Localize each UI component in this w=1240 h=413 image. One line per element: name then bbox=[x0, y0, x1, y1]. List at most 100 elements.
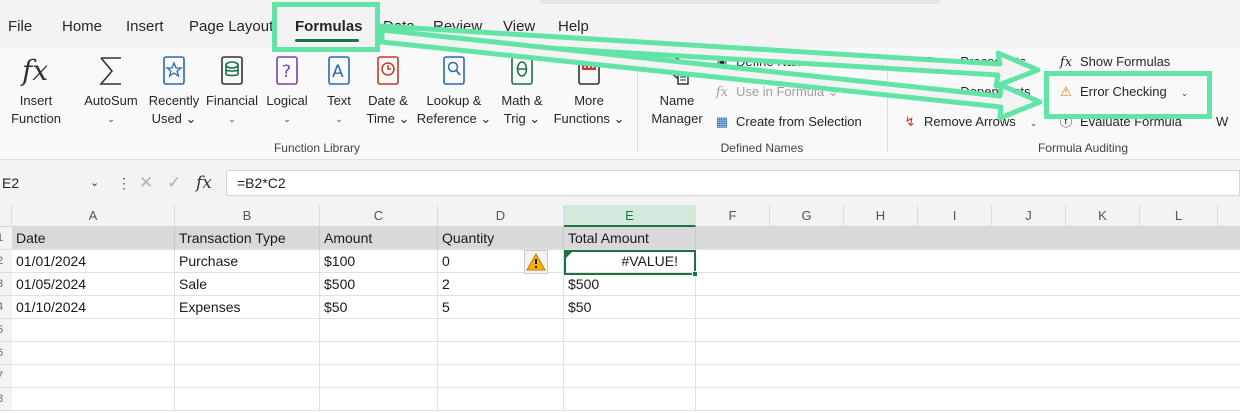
empty-cell[interactable] bbox=[175, 319, 320, 342]
error-smart-tag-button[interactable] bbox=[524, 250, 548, 274]
cell-c3[interactable]: $500 bbox=[320, 273, 438, 296]
row-header[interactable]: 7 bbox=[0, 365, 12, 388]
lookup-reference-button[interactable]: Lookup & Reference ⌄ bbox=[416, 48, 492, 138]
column-header-c[interactable]: C bbox=[320, 205, 438, 227]
column-header-f[interactable]: F bbox=[696, 205, 770, 227]
watch-window-button[interactable]: W bbox=[1216, 112, 1228, 132]
logical-button[interactable]: ? Logical ⌄ bbox=[262, 48, 312, 138]
use-in-formula-icon: fx bbox=[715, 85, 729, 100]
select-all-corner[interactable] bbox=[0, 205, 12, 227]
empty-cell[interactable] bbox=[438, 342, 564, 365]
empty-cell[interactable] bbox=[564, 365, 696, 388]
empty-cell[interactable] bbox=[564, 342, 696, 365]
empty-cell[interactable] bbox=[320, 319, 438, 342]
cell-c4[interactable]: $50 bbox=[320, 296, 438, 319]
row-header[interactable]: 1 bbox=[0, 227, 12, 250]
text-button[interactable]: A Text ⌄ bbox=[318, 48, 360, 138]
header-cell-amount[interactable]: Amount bbox=[320, 227, 438, 250]
empty-cell[interactable] bbox=[320, 342, 438, 365]
column-header-a[interactable]: A bbox=[12, 205, 175, 227]
autosum-label: AutoSum bbox=[84, 93, 138, 108]
cell-d4[interactable]: 5 bbox=[438, 296, 564, 319]
header-cell-quantity[interactable]: Quantity bbox=[438, 227, 564, 250]
row-header[interactable]: 3 bbox=[0, 273, 12, 296]
insert-function-label-2: Function bbox=[11, 111, 61, 126]
column-header-e[interactable]: E bbox=[564, 205, 696, 227]
autosum-button[interactable]: AutoSum ⌄ bbox=[78, 48, 144, 138]
column-header-i[interactable]: I bbox=[918, 205, 992, 227]
empty-cell[interactable] bbox=[12, 388, 175, 411]
menu-review[interactable]: Review bbox=[433, 18, 482, 35]
empty-cell[interactable] bbox=[320, 365, 438, 388]
empty-cell[interactable] bbox=[12, 319, 175, 342]
menu-home[interactable]: Home bbox=[62, 18, 102, 35]
menu-help[interactable]: Help bbox=[558, 18, 589, 35]
column-header-h[interactable]: H bbox=[844, 205, 918, 227]
column-header-g[interactable]: G bbox=[770, 205, 844, 227]
row-header[interactable]: 8 bbox=[0, 388, 12, 411]
empty-cell[interactable] bbox=[175, 388, 320, 411]
more-functions-button[interactable]: More Functions ⌄ bbox=[552, 48, 626, 138]
trace-dependents-button[interactable]: ⇱ Trace Dependents bbox=[900, 82, 1031, 102]
empty-cell[interactable] bbox=[564, 319, 696, 342]
table-row: 01/10/2024 Expenses $50 5 $50 bbox=[12, 296, 1240, 319]
menu-page-layout[interactable]: Page Layout bbox=[189, 18, 273, 35]
column-header-l[interactable]: L bbox=[1140, 205, 1218, 227]
menu-view[interactable]: View bbox=[503, 18, 535, 35]
cancel-icon[interactable]: ✕ bbox=[139, 170, 153, 196]
date-time-button[interactable]: Date & Time ⌄ bbox=[362, 48, 414, 138]
menu-data[interactable]: Data bbox=[383, 18, 415, 35]
enter-check-icon[interactable]: ✓ bbox=[167, 170, 181, 196]
empty-cell[interactable] bbox=[438, 319, 564, 342]
name-manager-icon bbox=[660, 54, 694, 95]
cell-a3[interactable]: 01/05/2024 bbox=[12, 273, 175, 296]
formula-input[interactable]: =B2*C2 bbox=[226, 170, 1240, 196]
recently-used-button[interactable]: Recently Used ⌄ bbox=[144, 48, 204, 138]
remove-arrows-button[interactable]: ↯ Remove Arrows ⌄ bbox=[900, 112, 1038, 132]
define-name-button[interactable]: ◈ Define Name ⌄ bbox=[712, 52, 826, 72]
cell-a2[interactable]: 01/01/2024 bbox=[12, 250, 175, 273]
empty-cell[interactable] bbox=[175, 365, 320, 388]
empty-cell[interactable] bbox=[438, 365, 564, 388]
cell-e4[interactable]: $50 bbox=[564, 296, 696, 319]
show-formulas-button[interactable]: fx Show Formulas bbox=[1056, 52, 1170, 72]
trace-precedents-button[interactable]: ⇲ Trace Precedents bbox=[900, 52, 1027, 72]
insert-function-fx-icon[interactable]: fx bbox=[196, 170, 212, 196]
empty-cell[interactable] bbox=[12, 365, 175, 388]
financial-button[interactable]: Financial ⌄ bbox=[204, 48, 260, 138]
row-header[interactable]: 5 bbox=[0, 319, 12, 342]
empty-cell[interactable] bbox=[564, 388, 696, 411]
menu-file[interactable]: File bbox=[8, 18, 32, 35]
row-header[interactable]: 6 bbox=[0, 342, 12, 365]
empty-cell[interactable] bbox=[175, 342, 320, 365]
cell-c2[interactable]: $100 bbox=[320, 250, 438, 273]
header-cell-total-amount[interactable]: Total Amount bbox=[564, 227, 696, 250]
column-header-d[interactable]: D bbox=[438, 205, 564, 227]
row-header[interactable]: 4 bbox=[0, 296, 12, 319]
menu-insert[interactable]: Insert bbox=[126, 18, 164, 35]
cell-a4[interactable]: 01/10/2024 bbox=[12, 296, 175, 319]
column-header-b[interactable]: B bbox=[175, 205, 320, 227]
more-options-icon[interactable]: ⋮ bbox=[117, 171, 131, 195]
header-cell-date[interactable]: Date bbox=[12, 227, 175, 250]
use-in-formula-button[interactable]: fx Use in Formula ⌄ bbox=[712, 82, 839, 102]
text-book-icon: A bbox=[325, 54, 353, 93]
empty-cell[interactable] bbox=[320, 388, 438, 411]
column-header-k[interactable]: K bbox=[1066, 205, 1140, 227]
insert-function-button[interactable]: fx Insert Function bbox=[4, 48, 68, 138]
name-box-chevron-icon[interactable]: ⌄ bbox=[90, 171, 99, 195]
cell-b3[interactable]: Sale bbox=[175, 273, 320, 296]
empty-cell[interactable] bbox=[438, 388, 564, 411]
name-manager-button[interactable]: Name Manager bbox=[644, 48, 710, 138]
column-header-j[interactable]: J bbox=[992, 205, 1066, 227]
fill-handle[interactable] bbox=[692, 271, 698, 277]
cell-e3[interactable]: $500 bbox=[564, 273, 696, 296]
cell-b4[interactable]: Expenses bbox=[175, 296, 320, 319]
empty-cell[interactable] bbox=[12, 342, 175, 365]
cell-b2[interactable]: Purchase bbox=[175, 250, 320, 273]
header-cell-transaction-type[interactable]: Transaction Type bbox=[175, 227, 320, 250]
cell-d3[interactable]: 2 bbox=[438, 273, 564, 296]
row-header[interactable]: 2 bbox=[0, 250, 12, 273]
create-from-selection-button[interactable]: ▦ Create from Selection bbox=[712, 112, 862, 132]
math-trig-button[interactable]: Math & Trig ⌄ bbox=[494, 48, 550, 138]
